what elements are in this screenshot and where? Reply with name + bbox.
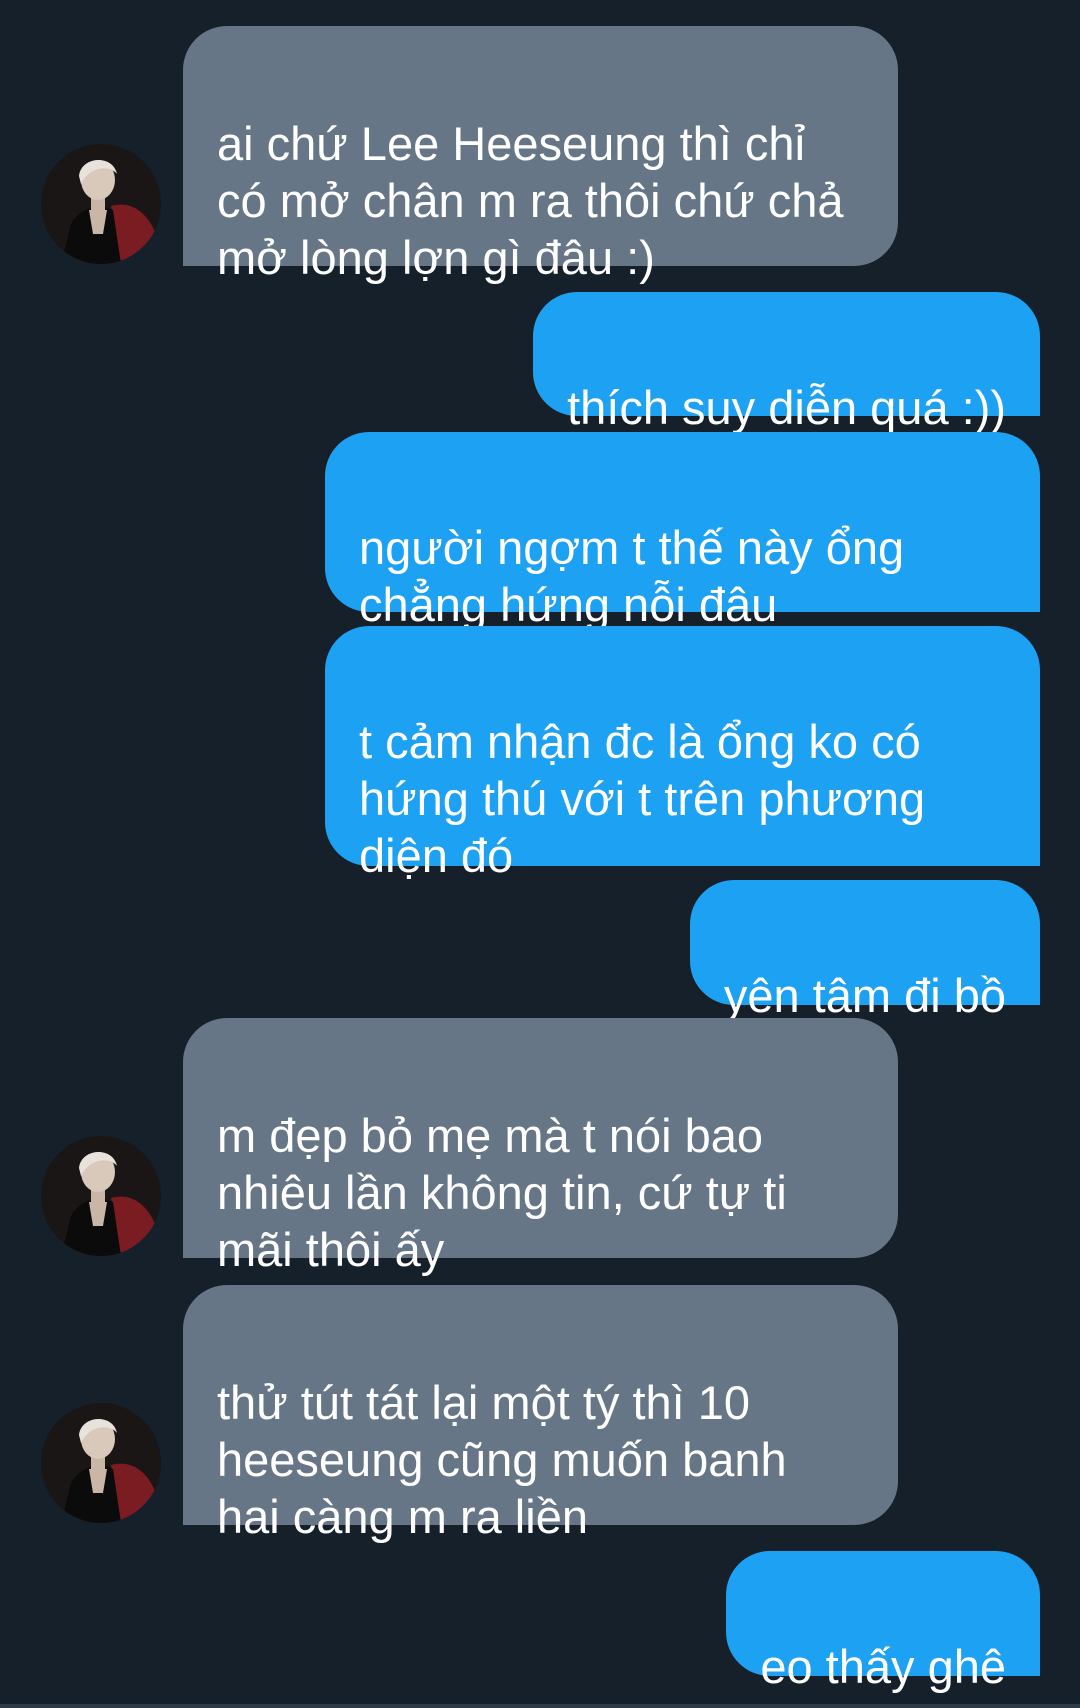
message-text: ai chứ Lee Heeseung thì chỉ có mở chân m…	[217, 117, 844, 284]
contact-avatar[interactable]	[41, 1403, 161, 1523]
incoming-message-bubble[interactable]: ai chứ Lee Heeseung thì chỉ có mở chân m…	[183, 26, 898, 284]
outgoing-message-bubble[interactable]: thích suy diễn quá :))	[533, 292, 1040, 434]
outgoing-message-bubble[interactable]: eo thấy ghê	[726, 1551, 1040, 1693]
message-text: eo thấy ghê	[760, 1640, 1006, 1693]
avatar-photo-icon	[41, 144, 161, 264]
incoming-message-bubble[interactable]: thử tút tát lại một tý thì 10 heeseung c…	[183, 1285, 898, 1543]
outgoing-message-bubble[interactable]: t cảm nhận đc là ổng ko có hứng thú với …	[325, 626, 1040, 882]
outgoing-message-bubble[interactable]: yên tâm đi bồ	[689, 880, 1040, 1022]
outgoing-message-bubble[interactable]: người ngợm t thế này ổng chẳng hứng nỗi …	[325, 432, 1040, 631]
contact-avatar[interactable]	[41, 1136, 161, 1256]
message-text: t cảm nhận đc là ổng ko có hứng thú với …	[359, 715, 926, 882]
avatar-photo-icon	[41, 1136, 161, 1256]
message-text: thử tút tát lại một tý thì 10 heeseung c…	[217, 1376, 787, 1543]
message-text: m đẹp bỏ mẹ mà t nói bao nhiêu lần không…	[217, 1109, 787, 1276]
message-text: yên tâm đi bồ	[723, 969, 1006, 1022]
incoming-message-bubble[interactable]: m đẹp bỏ mẹ mà t nói bao nhiêu lần không…	[183, 1018, 898, 1276]
message-text: người ngợm t thế này ổng chẳng hứng nỗi …	[359, 521, 905, 631]
bottom-divider	[0, 1704, 1080, 1708]
contact-avatar[interactable]	[41, 144, 161, 264]
message-text: thích suy diễn quá :))	[567, 381, 1006, 434]
avatar-photo-icon	[41, 1403, 161, 1523]
